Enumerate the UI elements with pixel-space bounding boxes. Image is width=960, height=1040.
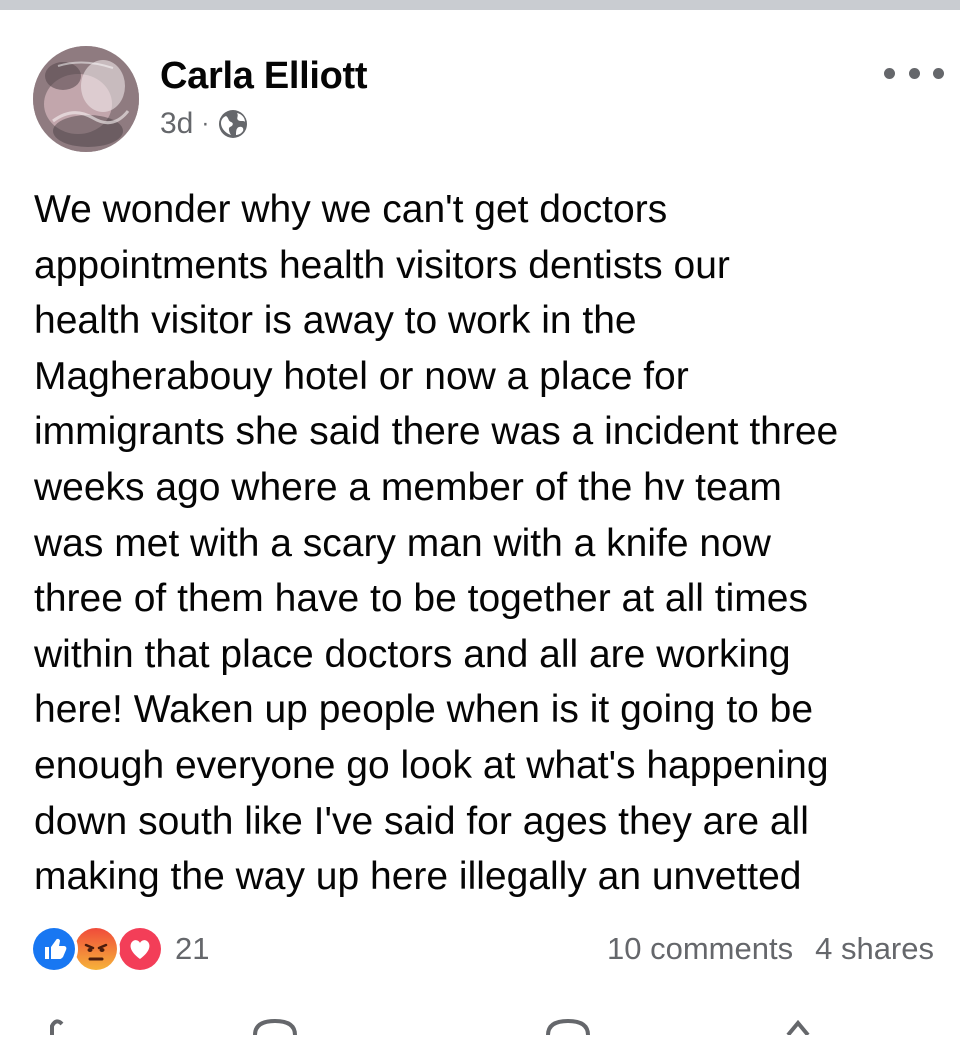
post-text-line: three of them have to be together at all… [34, 577, 808, 621]
post-text-line: Magherabouy hotel or now a place for [34, 354, 689, 398]
avatar[interactable] [33, 46, 139, 152]
reaction-icons [33, 928, 163, 970]
reaction-count: 21 [175, 931, 210, 966]
comment-button-icon [253, 1018, 297, 1036]
post-text-line: enough everyone go look at what's happen… [34, 743, 829, 787]
love-icon [119, 928, 161, 970]
post-text-line: down south like I've said for ages they … [34, 799, 809, 843]
post-meta: 3d · [160, 107, 249, 141]
author-name[interactable]: Carla Elliott [160, 55, 368, 98]
like-button-icon [50, 1019, 64, 1035]
comments-count-link[interactable]: 10 comments [607, 931, 793, 967]
messenger-button-icon [546, 1018, 590, 1036]
post-card: Carla Elliott 3d · We wonder why we can'… [0, 10, 960, 1037]
shares-count-link[interactable]: 4 shares [815, 931, 934, 967]
more-dot [933, 67, 944, 79]
action-bar [0, 1006, 960, 1037]
engagement-stats: 10 comments 4 shares [607, 928, 934, 970]
post-text-line: within that place doctors and all are wo… [34, 632, 791, 676]
post-text-line: was met with a scary man with a knife no… [34, 521, 771, 565]
more-dot [908, 67, 920, 79]
like-icon [33, 928, 75, 970]
post-text-line: health visitor is away to work in the [34, 299, 637, 343]
reactions-summary[interactable]: 21 [33, 928, 209, 970]
post-timestamp[interactable]: 3d [160, 107, 193, 141]
angry-icon [75, 928, 117, 970]
post-text: We wonder why we can't get doctors appoi… [34, 182, 934, 905]
post-text-line: here! Waken up people when is it going t… [34, 688, 814, 732]
post-text-line: We wonder why we can't get doctors [34, 188, 668, 231]
more-dot [884, 67, 895, 79]
post-text-line: immigrants she said there was a incident… [34, 410, 839, 454]
avatar-image [33, 46, 139, 152]
post-text-line: making the way up here illegally an unve… [34, 855, 802, 899]
more-options-button[interactable] [884, 60, 944, 86]
globe-icon [217, 108, 249, 140]
post-text-line: appointments health visitors dentists ou… [34, 243, 730, 287]
meta-separator: · [201, 110, 210, 137]
post-text-line: weeks ago where a member of the hv team [34, 465, 782, 509]
top-separator-strip [0, 0, 960, 10]
